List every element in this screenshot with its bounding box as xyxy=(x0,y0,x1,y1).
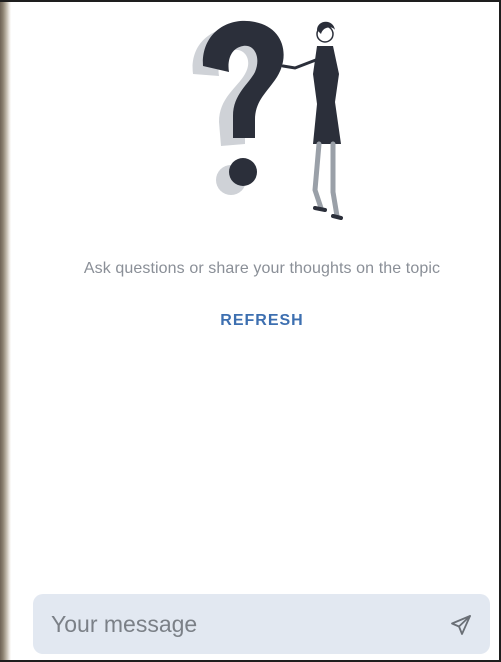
window-edge xyxy=(0,2,11,660)
refresh-button[interactable]: REFRESH xyxy=(0,312,499,330)
message-input[interactable] xyxy=(51,594,431,654)
send-icon xyxy=(451,615,471,635)
chat-screen: Ask questions or share your thoughts on … xyxy=(0,0,501,662)
empty-state-prompt: Ask questions or share your thoughts on … xyxy=(83,260,441,277)
send-button[interactable] xyxy=(446,610,476,640)
message-composer xyxy=(33,594,490,654)
question-mark-illustration xyxy=(192,20,343,220)
